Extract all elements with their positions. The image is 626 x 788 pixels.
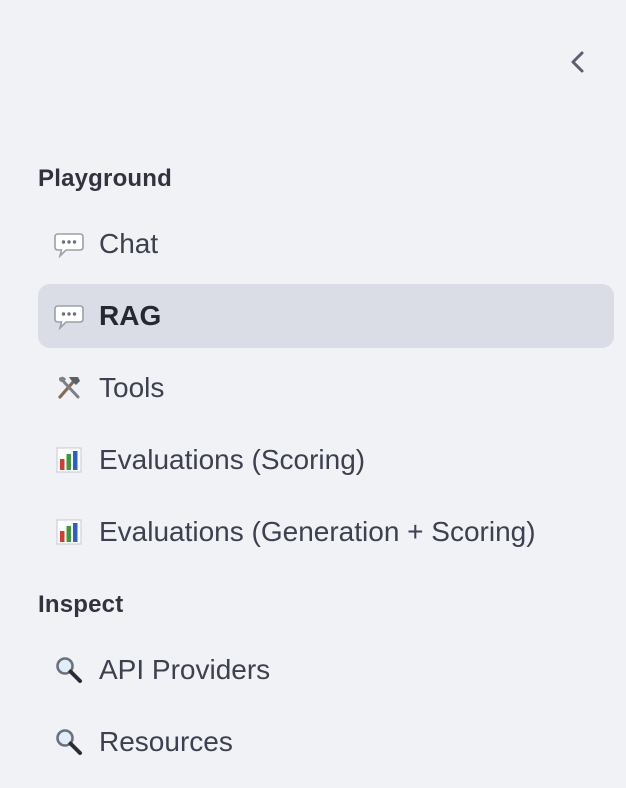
collapse-sidebar-button[interactable] [562,44,594,80]
nav-item-chat[interactable]: Chat [38,212,614,276]
nav-item-label: Chat [99,228,159,259]
nav-item-evaluations-scoring[interactable]: Evaluations (Scoring) [38,428,614,492]
nav-item-label: Evaluations (Generation + Scoring) [99,516,536,547]
nav-item-evaluations-generation-scoring[interactable]: Evaluations (Generation + Scoring) [38,500,614,564]
section-header-inspect: Inspect [38,591,124,618]
section-header-playground: Playground [38,165,173,192]
speech-bubble-icon [52,299,86,333]
hammer-wrench-icon [52,371,86,405]
speech-bubble-icon [52,227,86,261]
nav-item-label: API Providers [99,654,271,685]
nav-item-tools[interactable]: Tools [38,356,614,420]
magnifier-icon [52,653,86,687]
nav-item-label: Resources [99,726,233,757]
nav-item-resources[interactable]: Resources [38,710,614,774]
magnifier-icon [52,725,86,759]
bar-chart-icon [52,515,86,549]
nav-item-label: Tools [99,372,165,403]
nav-item-label: RAG [99,300,162,331]
bar-chart-icon [52,443,86,477]
chevron-left-icon [571,51,584,73]
sidebar: Playground Chat RAG Tools Evaluations (S… [0,0,626,788]
nav-item-rag[interactable]: RAG [38,284,614,348]
nav-item-api-providers[interactable]: API Providers [38,638,614,702]
nav-item-label: Evaluations (Scoring) [99,444,366,475]
